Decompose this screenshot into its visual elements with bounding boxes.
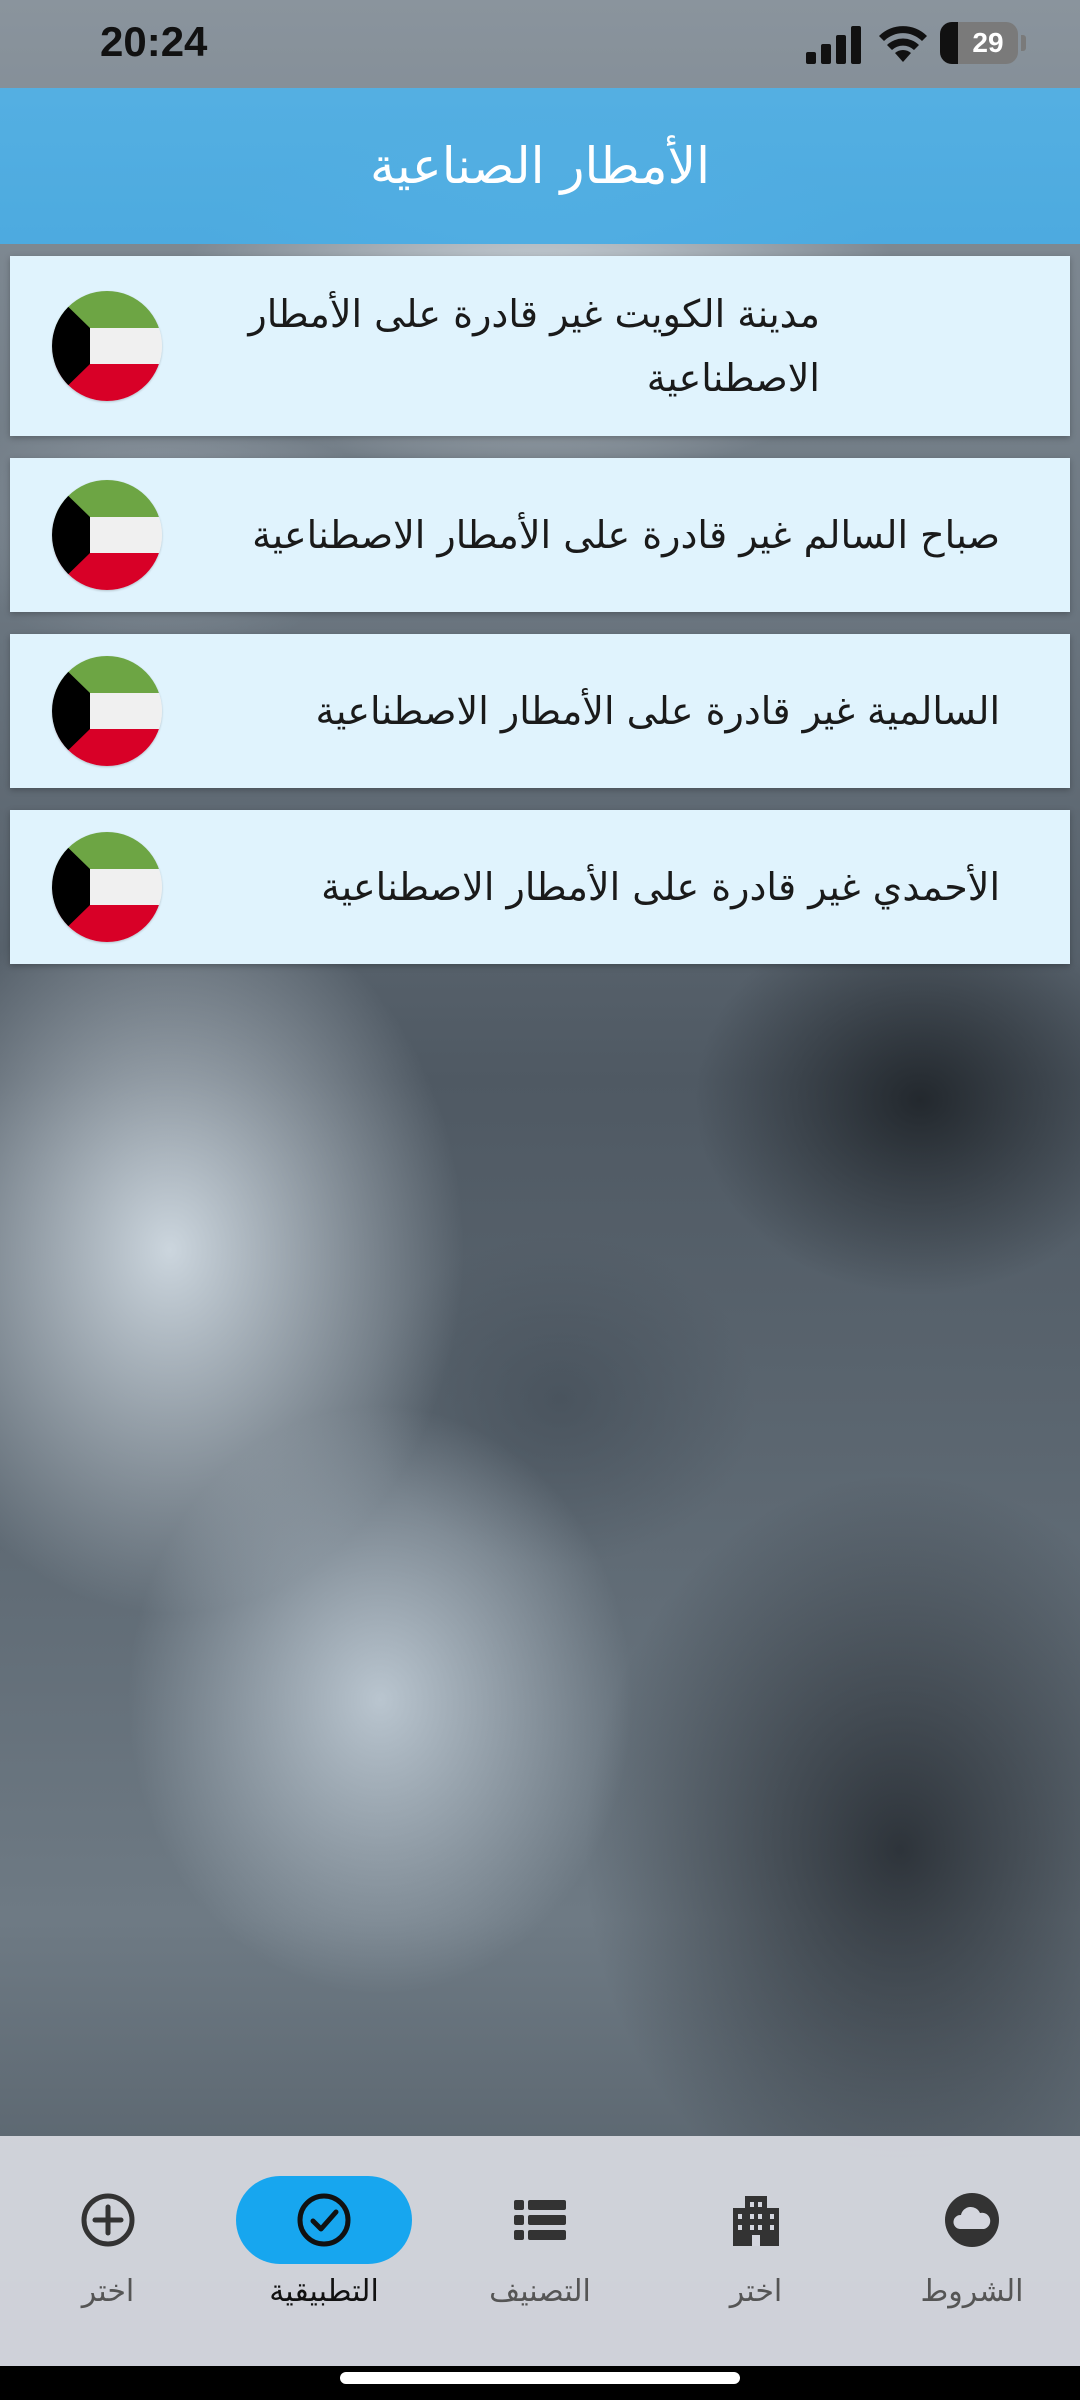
list-icon	[452, 2176, 628, 2264]
list-item[interactable]: السالمية غير قادرة على الأمطار الاصطناعي…	[10, 634, 1070, 788]
nav-item-applications[interactable]: التطبيقية	[224, 2176, 424, 2326]
battery-level: 29	[972, 27, 1004, 58]
status-time: 20:24	[100, 18, 208, 65]
app-header: الأمطار الصناعية	[0, 88, 1080, 244]
nav-label: اختر	[81, 2274, 135, 2309]
building-icon	[668, 2176, 844, 2264]
kuwait-flag-icon	[52, 291, 162, 401]
city-status-text: السالمية غير قادرة على الأمطار الاصطناعي…	[315, 689, 1000, 733]
city-status-text: مدينة الكويت غير قادرة على الأمطار الاصط…	[248, 292, 820, 400]
nav-label: الشروط	[920, 2274, 1024, 2309]
signal-icon	[806, 26, 861, 64]
page-title: الأمطار الصناعية	[369, 137, 710, 195]
plus-circle-icon	[20, 2176, 196, 2264]
home-indicator[interactable]	[340, 2372, 740, 2384]
nav-item-add[interactable]: اختر	[8, 2176, 208, 2326]
nav-label: اختر	[729, 2274, 783, 2309]
nav-label: التطبيقية	[269, 2274, 379, 2309]
cloud-icon	[884, 2176, 1060, 2264]
nav-label: التصنيف	[489, 2274, 591, 2309]
battery-icon: 29	[940, 22, 1026, 64]
check-circle-icon	[236, 2176, 412, 2264]
wifi-icon	[879, 26, 927, 62]
kuwait-flag-icon	[52, 480, 162, 590]
nav-item-select-building[interactable]: اختر	[656, 2176, 856, 2326]
list-item[interactable]: مدينة الكويت غير قادرة على الأمطار الاصط…	[10, 256, 1070, 436]
status-bar: 20:24 29	[0, 0, 1080, 88]
nav-item-category[interactable]: التصنيف	[440, 2176, 640, 2326]
kuwait-flag-icon	[52, 656, 162, 766]
list-item[interactable]: الأحمدي غير قادرة على الأمطار الاصطناعية	[10, 810, 1070, 964]
nav-item-terms[interactable]: الشروط	[872, 2176, 1072, 2326]
kuwait-flag-icon	[52, 832, 162, 942]
list-item[interactable]: صباح السالم غير قادرة على الأمطار الاصطن…	[10, 458, 1070, 612]
city-status-text: الأحمدي غير قادرة على الأمطار الاصطناعية	[321, 865, 1000, 909]
city-status-text: صباح السالم غير قادرة على الأمطار الاصطن…	[252, 513, 1000, 557]
bottom-nav: اختر التطبيقية التصنيف اختر الشروط	[0, 2136, 1080, 2400]
